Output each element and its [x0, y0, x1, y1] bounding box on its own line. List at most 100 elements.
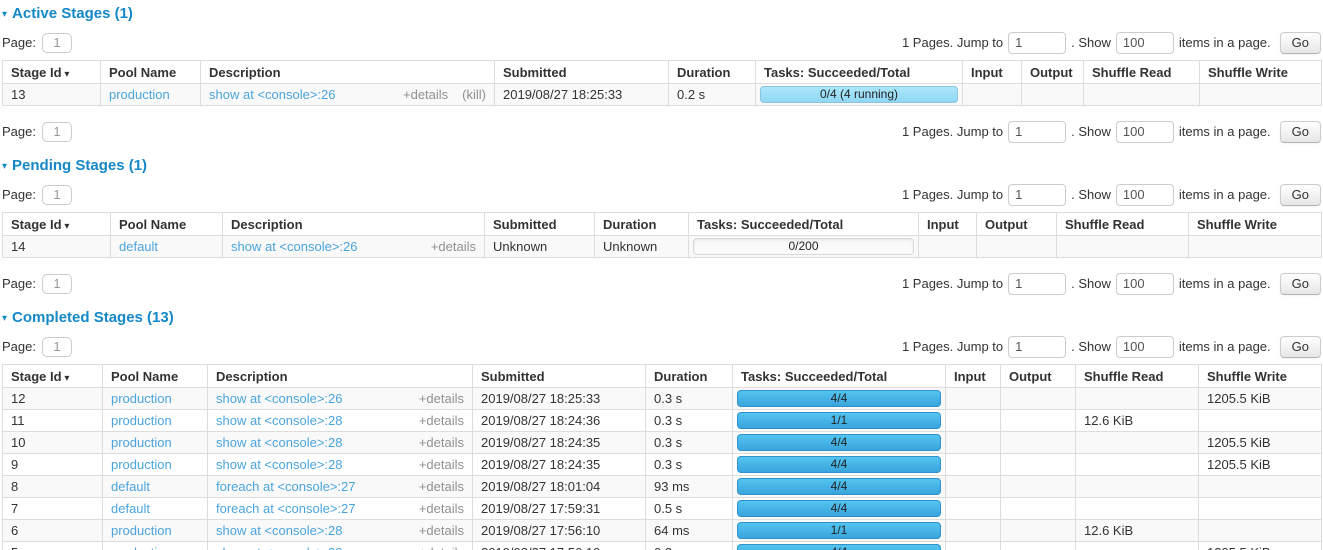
details-toggle[interactable]: +details	[419, 522, 464, 539]
column-header[interactable]: Description	[223, 213, 485, 236]
stage-description-link[interactable]: show at <console>:28	[216, 434, 419, 451]
column-header[interactable]: Input	[963, 61, 1022, 84]
column-header[interactable]: Submitted	[485, 213, 595, 236]
column-header[interactable]: Shuffle Write	[1200, 61, 1322, 84]
shuffle-write-size	[1199, 476, 1322, 498]
items-per-page-label: items in a page.	[1179, 124, 1271, 139]
column-header[interactable]: Output	[1022, 61, 1084, 84]
column-header[interactable]: Output	[977, 213, 1057, 236]
column-header[interactable]: Shuffle Read	[1076, 365, 1199, 388]
column-header[interactable]: Shuffle Read	[1057, 213, 1189, 236]
stage-description-link[interactable]: show at <console>:28	[216, 456, 419, 473]
details-toggle[interactable]: +details	[431, 238, 476, 255]
jump-to-page-input[interactable]	[1008, 32, 1066, 54]
pool-name-link[interactable]: production	[111, 457, 172, 472]
column-header[interactable]: Shuffle Write	[1189, 213, 1322, 236]
active-stages-header[interactable]: ▾ Active Stages (1)	[2, 5, 1323, 22]
stage-description-link[interactable]: show at <console>:28	[216, 522, 419, 539]
go-button[interactable]: Go	[1280, 336, 1321, 358]
shuffle-write-size: 1205.5 KiB	[1199, 454, 1322, 476]
pool-name-link[interactable]: default	[119, 239, 158, 254]
details-toggle[interactable]: +details	[419, 456, 464, 473]
output-size	[1001, 520, 1076, 542]
stage-description-link[interactable]: foreach at <console>:27	[216, 500, 419, 517]
pending-stages-header[interactable]: ▾ Pending Stages (1)	[2, 157, 1323, 174]
page-number-input[interactable]	[42, 274, 72, 294]
column-header[interactable]: Submitted	[473, 365, 646, 388]
stage-description-link[interactable]: foreach at <console>:27	[216, 478, 419, 495]
column-header[interactable]: Description	[208, 365, 473, 388]
kill-link[interactable]: (kill)	[462, 86, 486, 103]
pool-name-link[interactable]: default	[111, 479, 150, 494]
stage-id: 6	[3, 520, 103, 542]
items-per-page-input[interactable]	[1116, 184, 1174, 206]
go-button[interactable]: Go	[1280, 32, 1321, 54]
shuffle-write-size	[1199, 498, 1322, 520]
items-per-page-input[interactable]	[1116, 336, 1174, 358]
section-title-text: Active Stages (1)	[12, 5, 133, 22]
description-cell: show at <console>:26+details	[208, 388, 473, 410]
column-header[interactable]: Stage Id ▾	[3, 213, 111, 236]
completed-stages-table: Stage Id ▾Pool NameDescriptionSubmittedD…	[2, 364, 1322, 550]
column-header[interactable]: Input	[946, 365, 1001, 388]
column-header[interactable]: Stage Id ▾	[3, 61, 101, 84]
page-number-input[interactable]	[42, 122, 72, 142]
column-header[interactable]: Submitted	[495, 61, 669, 84]
pending-stages-table: Stage Id ▾Pool NameDescriptionSubmittedD…	[2, 212, 1322, 258]
table-row: 7defaultforeach at <console>:27+details2…	[3, 498, 1322, 520]
table-row: 8defaultforeach at <console>:27+details2…	[3, 476, 1322, 498]
pool-name-link[interactable]: production	[111, 391, 172, 406]
completed-stages-section: ▾ Completed Stages (13) Page: 1 Pages. J…	[0, 309, 1323, 550]
column-header[interactable]: Stage Id ▾	[3, 365, 103, 388]
duration: 0.2 s	[646, 542, 733, 550]
show-label: . Show	[1071, 35, 1111, 50]
column-header[interactable]: Duration	[646, 365, 733, 388]
stage-description-link[interactable]: show at <console>:28	[216, 544, 419, 550]
details-toggle[interactable]: +details	[403, 86, 448, 103]
column-header[interactable]: Tasks: Succeeded/Total	[756, 61, 963, 84]
pool-name-link[interactable]: default	[111, 501, 150, 516]
jump-to-page-input[interactable]	[1008, 273, 1066, 295]
pool-name-link[interactable]: production	[111, 413, 172, 428]
column-header[interactable]: Input	[919, 213, 977, 236]
column-header[interactable]: Shuffle Write	[1199, 365, 1322, 388]
pool-name-link[interactable]: production	[111, 545, 172, 550]
column-header[interactable]: Pool Name	[103, 365, 208, 388]
column-header[interactable]: Pool Name	[111, 213, 223, 236]
stage-description-link[interactable]: show at <console>:26	[231, 238, 431, 255]
details-toggle[interactable]: +details	[419, 412, 464, 429]
column-header[interactable]: Tasks: Succeeded/Total	[733, 365, 946, 388]
items-per-page-input[interactable]	[1116, 32, 1174, 54]
go-button[interactable]: Go	[1280, 184, 1321, 206]
go-button[interactable]: Go	[1280, 273, 1321, 295]
jump-to-page-input[interactable]	[1008, 184, 1066, 206]
stage-description-link[interactable]: show at <console>:26	[209, 86, 403, 103]
pool-name-link[interactable]: production	[111, 523, 172, 538]
items-per-page-input[interactable]	[1116, 121, 1174, 143]
page-number-input[interactable]	[42, 185, 72, 205]
pool-name-link[interactable]: production	[109, 87, 170, 102]
column-header[interactable]: Duration	[669, 61, 756, 84]
column-header[interactable]: Duration	[595, 213, 689, 236]
jump-to-page-input[interactable]	[1008, 336, 1066, 358]
details-toggle[interactable]: +details	[419, 390, 464, 407]
pool-name-link[interactable]: production	[111, 435, 172, 450]
input-size	[946, 454, 1001, 476]
column-header[interactable]: Pool Name	[101, 61, 201, 84]
page-number-input[interactable]	[42, 337, 72, 357]
details-toggle[interactable]: +details	[419, 478, 464, 495]
details-toggle[interactable]: +details	[419, 434, 464, 451]
go-button[interactable]: Go	[1280, 121, 1321, 143]
stage-description-link[interactable]: show at <console>:28	[216, 412, 419, 429]
column-header[interactable]: Shuffle Read	[1084, 61, 1200, 84]
column-header[interactable]: Output	[1001, 365, 1076, 388]
completed-stages-header[interactable]: ▾ Completed Stages (13)	[2, 309, 1323, 326]
page-number-input[interactable]	[42, 33, 72, 53]
details-toggle[interactable]: +details	[419, 500, 464, 517]
details-toggle[interactable]: +details	[419, 544, 464, 550]
column-header[interactable]: Tasks: Succeeded/Total	[689, 213, 919, 236]
stage-description-link[interactable]: show at <console>:26	[216, 390, 419, 407]
items-per-page-input[interactable]	[1116, 273, 1174, 295]
jump-to-page-input[interactable]	[1008, 121, 1066, 143]
column-header[interactable]: Description	[201, 61, 495, 84]
